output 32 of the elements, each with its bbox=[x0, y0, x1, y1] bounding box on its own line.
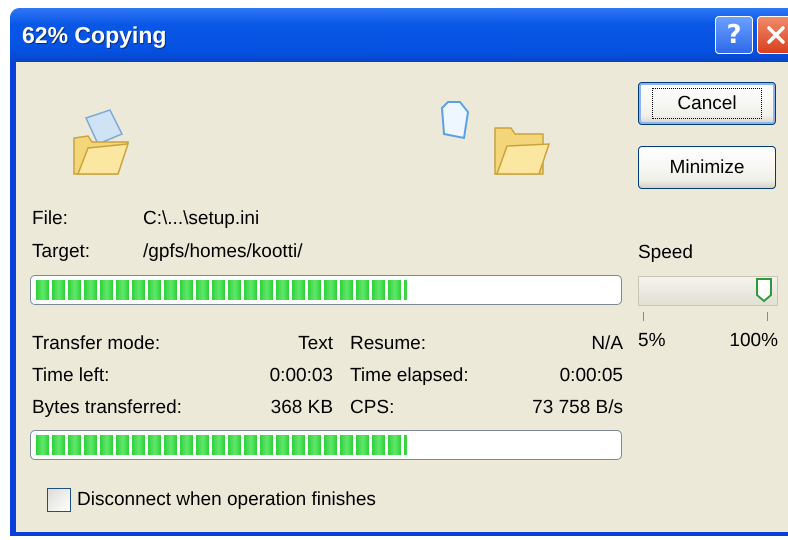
stat-value: 368 KB bbox=[270, 397, 333, 419]
tick-mark bbox=[767, 312, 768, 321]
field-value: /gpfs/homes/kootti/ bbox=[143, 240, 304, 264]
stat-value: 0:00:05 bbox=[558, 365, 623, 387]
stat-label: Resume: bbox=[349, 333, 428, 355]
stat-value: 73 758 B/s bbox=[531, 397, 623, 419]
slider-thumb[interactable] bbox=[755, 277, 773, 303]
tick-mark bbox=[643, 312, 644, 321]
dialog-button[interactable]: Minimize bbox=[638, 146, 776, 189]
stat-value: N/A bbox=[590, 333, 623, 355]
close-icon bbox=[765, 24, 787, 46]
document-icon bbox=[440, 100, 470, 140]
scale-label: 100% bbox=[729, 330, 778, 352]
stat-value: Text bbox=[297, 333, 333, 355]
folder-icon bbox=[72, 108, 130, 178]
field-value: C:\...\setup.ini bbox=[143, 207, 260, 231]
close-button[interactable] bbox=[757, 16, 788, 54]
checkbox[interactable] bbox=[47, 488, 71, 512]
stat-label: Time left: bbox=[32, 365, 110, 387]
speed-slider-track[interactable] bbox=[638, 276, 778, 306]
dialog-button[interactable]: Cancel bbox=[638, 82, 776, 125]
stat-label: Time elapsed: bbox=[349, 365, 470, 387]
window-title: 62% Copying bbox=[22, 22, 168, 48]
scale-label: 5% bbox=[638, 330, 666, 352]
field-label: Target: bbox=[32, 240, 92, 264]
speed-label: Speed bbox=[638, 241, 694, 265]
field-label: File: bbox=[32, 207, 69, 231]
stat-value: 0:00:03 bbox=[268, 365, 333, 387]
stat-label: Transfer mode: bbox=[32, 333, 162, 355]
stat-label: CPS: bbox=[349, 397, 396, 419]
stat-label: Bytes transferred: bbox=[32, 397, 183, 419]
checkbox-label[interactable]: Disconnect when operation finishes bbox=[77, 489, 376, 511]
